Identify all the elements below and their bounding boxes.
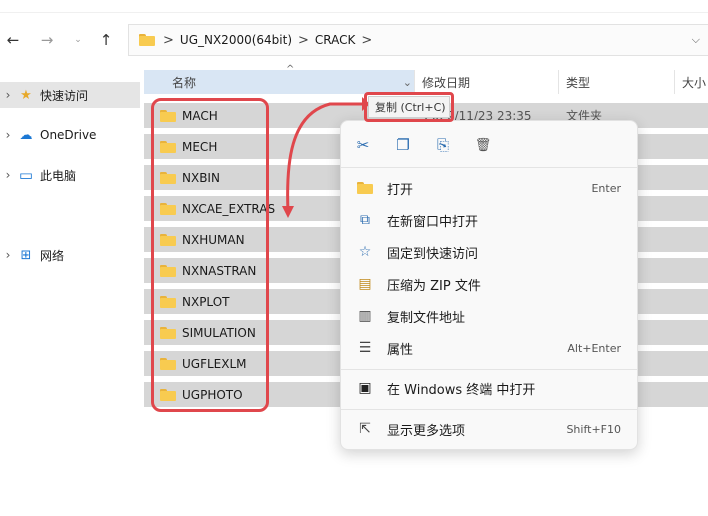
sidebar-item-this-pc[interactable]: › ▭ 此电脑 — [0, 162, 140, 188]
sidebar-item-label: 此电脑 — [40, 168, 77, 183]
open-new-window-icon: ⧉ — [360, 212, 370, 228]
column-divider[interactable] — [674, 70, 675, 94]
menu-item-compress-zip[interactable]: ▤ 压缩为 ZIP 文件 — [349, 269, 631, 299]
menu-item-shortcut: Alt+Enter — [567, 341, 621, 355]
chevron-down-icon[interactable]: ⌄ — [403, 76, 412, 89]
column-header-date[interactable]: 修改日期 — [422, 70, 470, 94]
recent-dropdown-button[interactable]: ⌄ — [68, 30, 88, 50]
menu-item-open-new-window[interactable]: ⧉ 在新窗口中打开 — [349, 205, 631, 235]
menu-item-label: 属性 — [387, 342, 414, 358]
address-bar[interactable]: > UG_NX2000(64bit) > CRACK > ⌵ — [128, 24, 708, 56]
chevron-right-icon[interactable]: › — [0, 128, 16, 142]
breadcrumb-item-crack[interactable]: CRACK — [315, 33, 355, 47]
rename-button[interactable]: ⎘ — [429, 133, 457, 157]
sidebar-item-label: 网络 — [40, 248, 65, 263]
folder-icon — [139, 34, 155, 46]
terminal-icon: ▣ — [358, 380, 372, 396]
star-icon: ★ — [20, 87, 32, 103]
sidebar-item-label: 快速访问 — [40, 88, 89, 103]
menu-item-label: 固定到快速访问 — [387, 246, 479, 262]
menu-item-label: 显示更多选项 — [387, 423, 466, 439]
more-options-icon: ⇱ — [359, 421, 371, 437]
menu-item-label: 在 Windows 终端 中打开 — [387, 382, 536, 398]
chevron-right-icon[interactable]: › — [0, 248, 16, 262]
properties-icon: ☰ — [358, 340, 372, 356]
column-header-label: 类型 — [566, 75, 591, 90]
column-header-label: 修改日期 — [422, 75, 471, 90]
menu-item-label: 在新窗口中打开 — [387, 214, 479, 230]
menu-item-shortcut: Enter — [591, 181, 621, 195]
column-header-type[interactable]: 类型 — [566, 70, 590, 94]
address-dropdown-icon[interactable]: ⌵ — [692, 33, 700, 47]
menu-item-label: 复制文件地址 — [387, 310, 466, 326]
arrow-right-icon: → — [40, 31, 54, 49]
column-header-label: 名称 — [172, 75, 197, 90]
rename-icon: ⎘ — [436, 136, 449, 154]
chevron-right-icon[interactable]: › — [0, 88, 16, 102]
network-icon: ⊞ — [20, 247, 32, 263]
menu-item-open[interactable]: 打开 Enter — [349, 173, 631, 203]
column-divider[interactable] — [558, 70, 559, 94]
chevron-right-icon[interactable]: › — [0, 168, 16, 182]
cut-icon: ✂ — [356, 136, 370, 154]
delete-icon: 🗑 — [474, 137, 492, 153]
window-top-edge — [0, 0, 708, 13]
folder-icon — [355, 182, 375, 194]
breadcrumb-separator: > — [163, 32, 174, 48]
breadcrumb-separator: > — [298, 32, 309, 48]
arrow-left-icon: ← — [6, 31, 20, 49]
up-button[interactable]: ↑ — [96, 30, 116, 50]
annotation-highlight-tooltip — [364, 92, 454, 122]
cut-button[interactable]: ✂ — [349, 133, 377, 157]
menu-item-pin-quick-access[interactable]: ☆ 固定到快速访问 — [349, 237, 631, 267]
menu-item-copy-path[interactable]: ▥ 复制文件地址 — [349, 301, 631, 331]
menu-item-label: 压缩为 ZIP 文件 — [387, 278, 481, 294]
sidebar-item-onedrive[interactable]: › ☁ OneDrive — [0, 122, 140, 148]
pin-star-icon: ☆ — [358, 244, 372, 260]
annotation-highlight-folders — [151, 98, 269, 412]
sort-up-icon: ^ — [286, 64, 295, 75]
cloud-icon: ☁ — [19, 127, 33, 143]
menu-divider — [341, 369, 637, 370]
menu-item-shortcut: Shift+F10 — [566, 422, 621, 436]
column-header-label: 大小 — [682, 75, 707, 90]
menu-item-properties[interactable]: ☰ 属性 Alt+Enter — [349, 333, 631, 363]
arrow-up-icon: ↑ — [99, 31, 113, 49]
menu-item-label: 打开 — [387, 182, 414, 198]
zip-icon: ▤ — [358, 276, 372, 292]
menu-divider — [341, 409, 637, 410]
column-header-size[interactable]: 大小 — [682, 70, 706, 94]
sidebar-item-quick-access[interactable]: › ★ 快速访问 — [0, 82, 140, 108]
delete-button[interactable]: 🗑 — [469, 133, 497, 157]
sidebar-item-label: OneDrive — [40, 128, 97, 142]
menu-item-show-more-options[interactable]: ⇱ 显示更多选项 Shift+F10 — [349, 414, 631, 444]
column-divider[interactable] — [414, 70, 415, 94]
monitor-icon: ▭ — [18, 166, 34, 184]
copy-button[interactable]: ❐ — [389, 133, 417, 157]
menu-divider — [341, 167, 637, 168]
copy-icon: ❐ — [396, 136, 410, 154]
menu-item-open-in-terminal[interactable]: ▣ 在 Windows 终端 中打开 — [349, 373, 631, 403]
breadcrumb-item-ug-nx2000[interactable]: UG_NX2000(64bit) — [180, 33, 292, 47]
forward-button[interactable]: → — [37, 30, 57, 50]
context-menu: ✂ ❐ ⎘ 🗑 打开 Enter ⧉ 在新窗口中打开 ☆ 固定到快速访问 ▤ 压… — [340, 120, 638, 450]
copy-path-icon: ▥ — [358, 308, 372, 324]
column-header-name[interactable]: 名称 ^ ⌄ — [144, 64, 414, 94]
sidebar-item-network[interactable]: › ⊞ 网络 — [0, 242, 140, 268]
breadcrumb-separator: > — [361, 32, 373, 48]
back-button[interactable]: ← — [3, 30, 23, 50]
